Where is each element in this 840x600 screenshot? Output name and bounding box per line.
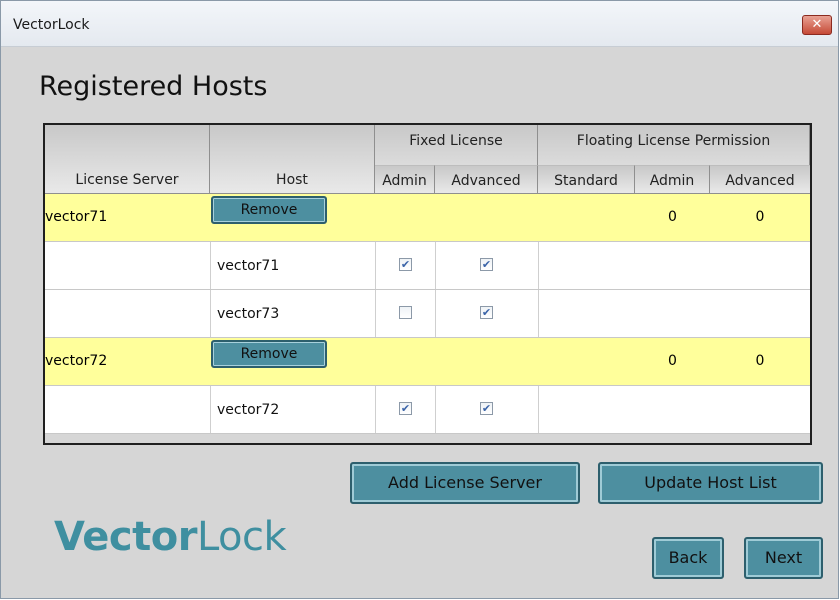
column-label-float-admin: Admin	[649, 173, 695, 189]
vectorlock-logo: VectorLock	[54, 514, 287, 560]
column-label-license-server: License Server	[75, 172, 179, 188]
host-cell: vector73	[210, 290, 375, 337]
host-name: vector71	[217, 258, 280, 274]
column-label-float-advanced: Advanced	[725, 173, 795, 189]
column-header-float-admin[interactable]: Admin	[635, 165, 710, 194]
host-cell: vector72	[210, 386, 375, 433]
table-row-host[interactable]: vector72	[45, 386, 810, 434]
column-header-float-advanced[interactable]: Advanced	[710, 165, 810, 194]
license-server-name: vector72	[45, 353, 108, 369]
column-header-license-server[interactable]: License Server	[45, 125, 210, 194]
fixed-advanced-checkbox[interactable]	[480, 402, 493, 415]
table-row-server[interactable]: vector72 Remove 0 0	[45, 338, 810, 386]
column-header-float-standard[interactable]: Standard	[538, 165, 635, 194]
fixed-admin-checkbox[interactable]	[399, 306, 412, 319]
float-advanced-count: 0	[755, 209, 765, 225]
vectorlock-window: VectorLock ✕ Registered Hosts License Se…	[0, 0, 839, 599]
floating-cell	[538, 242, 810, 289]
license-server-cell	[45, 290, 210, 337]
close-icon[interactable]: ✕	[802, 15, 832, 35]
license-server-cell	[45, 242, 210, 289]
host-cell: vector71	[210, 242, 375, 289]
table-row-host[interactable]: vector73	[45, 290, 810, 338]
host-name: vector72	[217, 402, 280, 418]
fixed-advanced-cell	[435, 386, 538, 433]
table-row-server[interactable]: vector71 Remove 0 0	[45, 194, 810, 242]
next-button[interactable]: Next	[744, 537, 823, 579]
fixed-admin-checkbox[interactable]	[399, 258, 412, 271]
column-label-fixed-admin: Admin	[382, 173, 427, 189]
logo-text-vector: Vector	[54, 514, 197, 560]
floating-cell	[538, 290, 810, 337]
title-bar: VectorLock ✕	[1, 1, 838, 47]
logo-text-lock: Lock	[196, 514, 287, 560]
remove-button[interactable]: Remove	[211, 196, 327, 224]
add-license-server-button[interactable]: Add License Server	[350, 462, 580, 504]
page-title: Registered Hosts	[39, 71, 268, 102]
column-group-label-fixed: Fixed License	[409, 133, 503, 149]
fixed-admin-cell	[375, 242, 435, 289]
fixed-advanced-checkbox[interactable]	[480, 258, 493, 271]
license-server-cell	[45, 386, 210, 433]
window-title: VectorLock	[13, 17, 90, 33]
column-label-fixed-advanced: Advanced	[451, 173, 521, 189]
remove-button[interactable]: Remove	[211, 340, 327, 368]
column-label-float-standard: Standard	[554, 173, 618, 189]
column-group-label-floating: Floating License Permission	[576, 133, 771, 149]
fixed-advanced-checkbox[interactable]	[480, 306, 493, 319]
update-host-list-button[interactable]: Update Host List	[598, 462, 823, 504]
fixed-admin-cell	[375, 386, 435, 433]
table-row-host[interactable]: vector71	[45, 242, 810, 290]
column-header-fixed-admin[interactable]: Admin	[375, 165, 435, 194]
column-label-host: Host	[276, 172, 308, 188]
fixed-advanced-cell	[435, 290, 538, 337]
float-admin-count: 0	[668, 209, 677, 225]
fixed-advanced-cell	[435, 242, 538, 289]
host-name: vector73	[217, 306, 280, 322]
registered-hosts-table: License Server Host Fixed License Admin …	[43, 123, 812, 445]
float-advanced-count: 0	[755, 353, 765, 369]
column-header-host[interactable]: Host	[210, 125, 375, 194]
float-admin-count: 0	[668, 353, 677, 369]
license-server-name: vector71	[45, 209, 108, 225]
back-button[interactable]: Back	[652, 537, 724, 579]
fixed-admin-cell	[375, 290, 435, 337]
column-header-fixed-advanced[interactable]: Advanced	[435, 165, 538, 194]
fixed-admin-checkbox[interactable]	[399, 402, 412, 415]
floating-cell	[538, 386, 810, 433]
